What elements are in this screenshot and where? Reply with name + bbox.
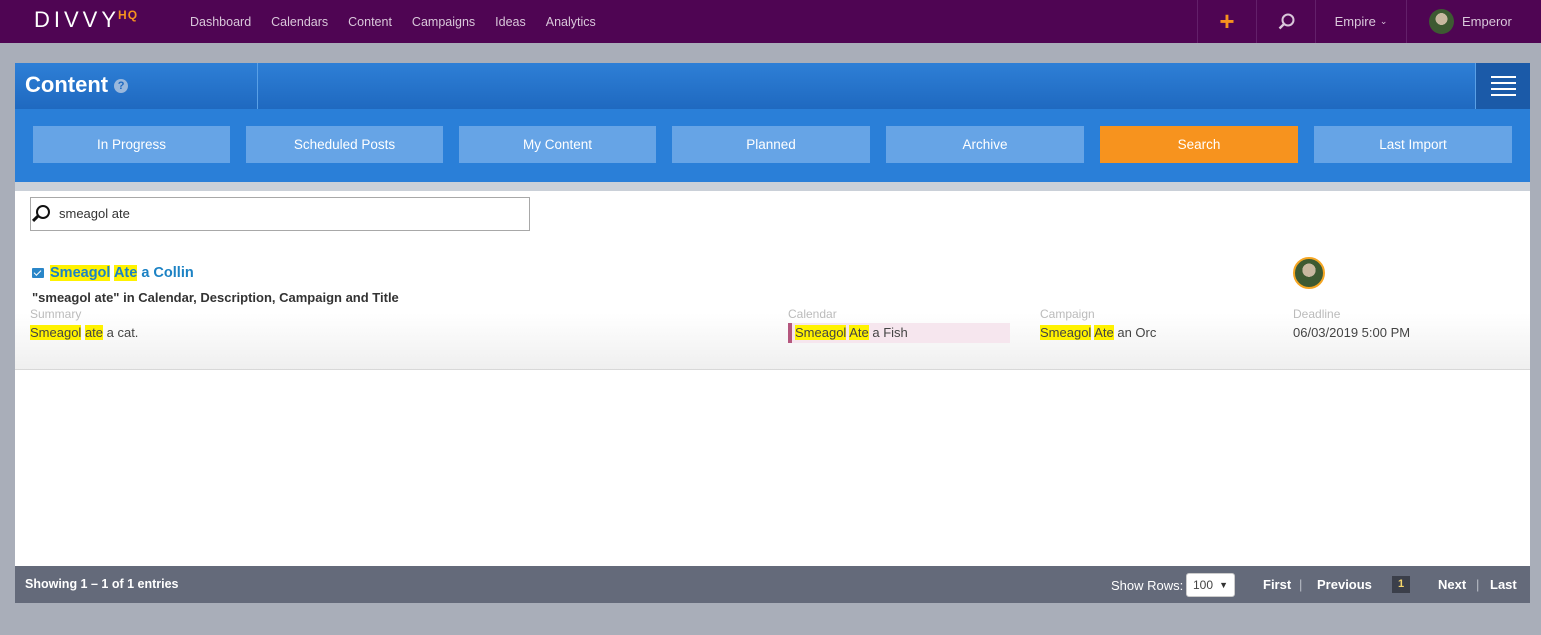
title-highlight-1: Smeagol [50,265,111,281]
previous-page-link[interactable]: Previous [1317,577,1372,592]
email-icon [32,268,44,278]
user-menu[interactable]: Emperor [1406,0,1541,43]
nav-ideas[interactable]: Ideas [495,15,526,29]
caret-down-icon: ▼ [1219,580,1228,590]
nav-actions: + Empire ⌄ Emperor [1197,0,1541,43]
main-nav: Dashboard Calendars Content Campaigns Id… [190,0,616,43]
tab-last-import[interactable]: Last Import [1314,126,1512,163]
tab-in-progress[interactable]: In Progress [33,126,230,163]
first-page-link[interactable]: First [1263,577,1291,592]
add-button[interactable]: + [1197,0,1256,43]
content-panel: Content? In Progress Scheduled Posts My … [15,63,1530,603]
assignee-avatar[interactable] [1293,257,1325,289]
tab-my-content[interactable]: My Content [459,126,656,163]
search-input[interactable] [59,206,519,221]
nav-dashboard[interactable]: Dashboard [190,15,251,29]
menu-button[interactable] [1475,63,1530,109]
tab-search[interactable]: Search [1100,126,1298,163]
deadline-value: 06/03/2019 5:00 PM [1293,325,1411,340]
rows-select[interactable]: 100 ▼ [1186,573,1235,597]
brand-logo[interactable]: DIVVYHQ [34,7,140,33]
campaign-label: Campaign [1040,307,1095,321]
tab-planned[interactable]: Planned [672,126,870,163]
plus-icon: + [1219,6,1235,36]
search-icon [36,205,50,219]
entries-count: Showing 1 – 1 of 1 entries [25,577,179,591]
nav-analytics[interactable]: Analytics [546,15,596,29]
chevron-down-icon: ⌄ [1379,16,1388,26]
search-field[interactable] [30,197,530,231]
result-title[interactable]: Smeagol Ate a Collin [32,265,194,281]
rows-value: 100 [1193,578,1214,592]
brand-suffix: HQ [118,8,139,22]
workspace-dropdown[interactable]: Empire ⌄ [1315,0,1406,43]
nav-content[interactable]: Content [348,15,392,29]
pagination-bar: Showing 1 – 1 of 1 entries Show Rows: 10… [15,566,1530,603]
nav-campaigns[interactable]: Campaigns [412,15,475,29]
search-button[interactable] [1256,0,1315,43]
pager-separator: | [1299,577,1303,592]
search-result-row[interactable]: Smeagol Ate a Collin "smeagol ate" in Ca… [15,253,1530,370]
hamburger-icon [1490,76,1516,78]
header-divider [257,63,258,109]
page-title: Content? [25,72,129,98]
rows-label: Show Rows: [1111,578,1184,593]
tab-separator [15,182,1530,191]
title-highlight-2: Ate [113,265,138,281]
match-description: "smeagol ate" in Calendar, Description, … [32,290,399,305]
current-page[interactable]: 1 [1392,576,1410,593]
next-page-link[interactable]: Next [1438,577,1466,592]
deadline-label: Deadline [1293,307,1341,321]
summary-label: Summary [30,307,82,321]
calendar-chip[interactable]: Smeagol Ate a Fish [788,323,1010,343]
tab-scheduled-posts[interactable]: Scheduled Posts [246,126,443,163]
workspace-name: Empire [1334,14,1376,29]
brand-name: DIVVY [34,7,121,32]
summary-value: Smeagol ate a cat. [30,325,139,340]
last-page-link[interactable]: Last [1490,577,1517,592]
nav-calendars[interactable]: Calendars [271,15,328,29]
campaign-value: Smeagol Ate an Orc [1040,325,1157,340]
search-icon [1278,13,1294,30]
top-nav: DIVVYHQ Dashboard Calendars Content Camp… [0,0,1541,43]
user-avatar [1429,9,1454,34]
help-icon[interactable]: ? [114,79,129,94]
calendar-label: Calendar [788,307,837,321]
content-tabs: In Progress Scheduled Posts My Content P… [15,109,1530,182]
tab-archive[interactable]: Archive [886,126,1084,163]
panel-header: Content? [15,63,1530,109]
user-name: Emperor [1462,14,1512,29]
page-title-text: Content [25,72,109,97]
pager-separator: | [1476,577,1480,592]
